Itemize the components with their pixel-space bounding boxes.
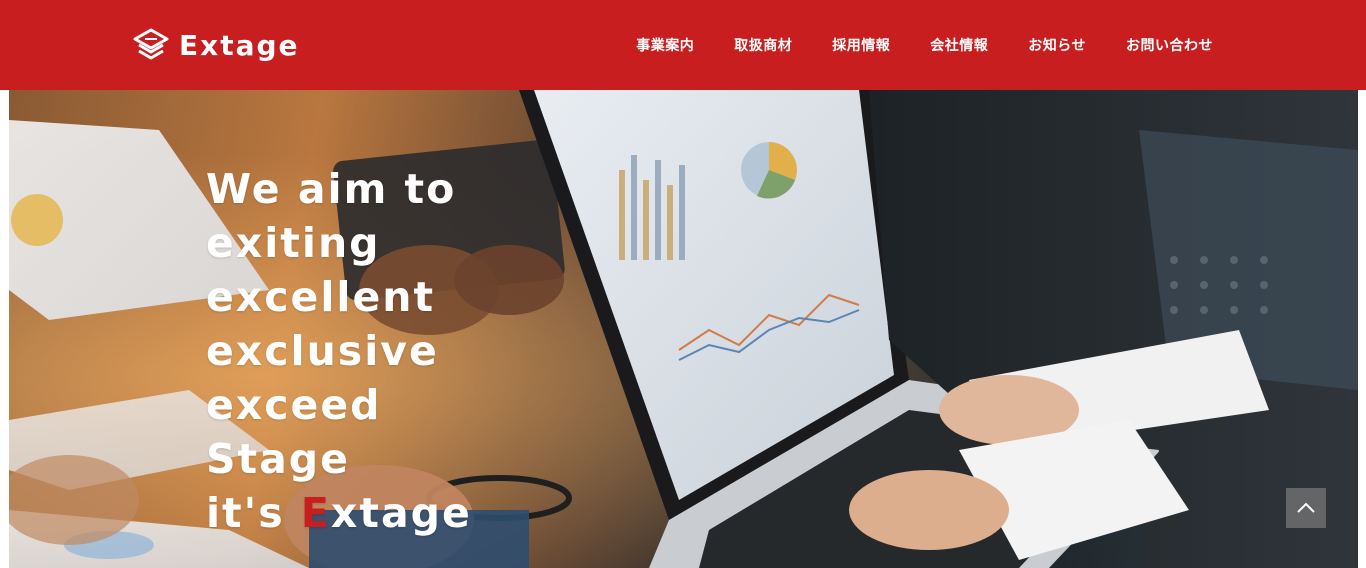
nav-item-products[interactable]: 取扱商材 <box>734 35 792 55</box>
tagline-line: Stage <box>206 435 350 483</box>
tagline-prefix: it's <box>206 489 301 537</box>
nav-item-news[interactable]: お知らせ <box>1028 35 1086 55</box>
nav-item-company[interactable]: 会社情報 <box>930 35 988 55</box>
scroll-to-top-button[interactable] <box>1286 488 1326 528</box>
tagline-suffix: xtage <box>330 489 472 537</box>
tagline-last-line: it's Extage <box>206 486 472 540</box>
logo-text: Extage <box>179 29 300 62</box>
tagline-line: excellent <box>206 273 436 321</box>
nav-item-contact[interactable]: お問い合わせ <box>1126 35 1213 55</box>
chevron-up-icon <box>1297 502 1315 513</box>
main-nav: 事業案内 取扱商材 採用情報 会社情報 お知らせ お問い合わせ <box>636 0 1213 90</box>
stacked-layers-icon <box>133 28 169 60</box>
tagline-line: We aim to <box>206 165 457 213</box>
tagline-accent-letter: E <box>300 489 331 537</box>
nav-item-recruit[interactable]: 採用情報 <box>832 35 890 55</box>
tagline-line: exclusive <box>206 327 439 375</box>
site-header: Extage 事業案内 取扱商材 採用情報 会社情報 お知らせ お問い合わせ <box>0 0 1366 90</box>
hero-banner: We aim to exiting excellent exclusive ex… <box>9 90 1358 568</box>
nav-item-business[interactable]: 事業案内 <box>636 35 694 55</box>
hero-tagline: We aim to exiting excellent exclusive ex… <box>206 162 472 540</box>
tagline-line: exiting <box>206 219 381 267</box>
tagline-line: exceed <box>206 381 382 429</box>
logo[interactable]: Extage <box>133 27 300 65</box>
